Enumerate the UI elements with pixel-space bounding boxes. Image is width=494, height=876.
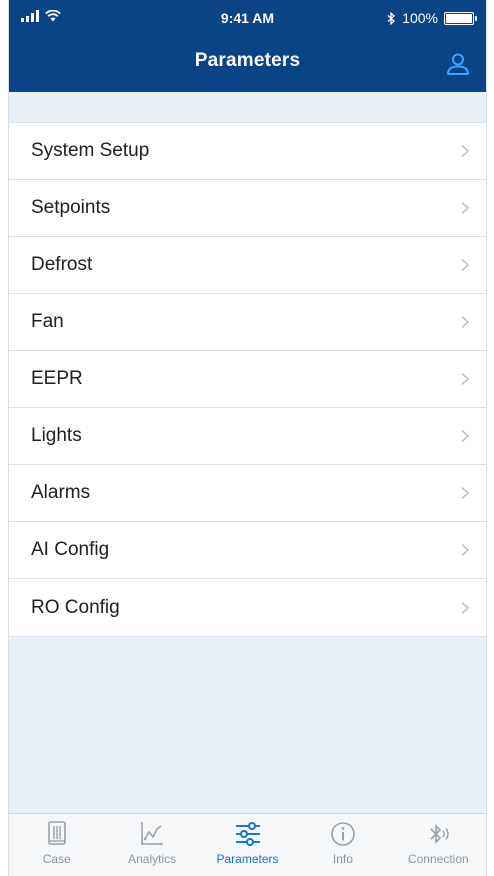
chevron-right-icon	[461, 601, 470, 614]
chevron-right-icon	[461, 258, 470, 272]
chevron-right-icon	[461, 543, 470, 557]
menu-item-fan[interactable]: Fan	[9, 294, 486, 351]
tab-parameters[interactable]: Parameters	[200, 814, 295, 876]
tab-label: Analytics	[128, 852, 177, 866]
menu-item-ro-config[interactable]: RO Config	[9, 579, 486, 636]
tab-analytics[interactable]: Analytics	[104, 814, 199, 876]
status-bar: 9:41 AM 100%	[9, 10, 486, 30]
user-button[interactable]	[442, 48, 474, 80]
bluetooth-status-icon	[387, 11, 396, 25]
tab-case[interactable]: Case	[9, 814, 104, 876]
battery-fill	[446, 13, 472, 23]
menu-item-label: System Setup	[31, 140, 150, 161]
nav-header: 9:41 AM 100% Parameters	[9, 0, 486, 92]
chevron-right-icon	[461, 144, 470, 158]
sliders-icon	[235, 822, 260, 846]
menu-item-label: RO Config	[31, 596, 120, 618]
bluetooth-icon	[430, 824, 450, 844]
chevron-right-icon	[461, 486, 470, 500]
analytics-icon	[141, 822, 164, 845]
tab-info[interactable]: Info	[295, 814, 390, 876]
menu-item-system-setup[interactable]: System Setup	[9, 123, 486, 180]
tab-bar: Case Analytics Parameters Info Connectio…	[9, 813, 486, 876]
tab-connection[interactable]: Connection	[391, 814, 486, 876]
chevron-right-icon	[461, 201, 470, 215]
chevron-right-icon	[461, 315, 470, 329]
chevron-right-icon	[461, 429, 470, 443]
status-right: 100%	[387, 10, 477, 26]
menu-item-label: Alarms	[31, 482, 91, 503]
battery-percent: 100%	[402, 10, 438, 26]
phone-screen: 9:41 AM 100% Parameters System Setup Set…	[8, 0, 487, 876]
chevron-right-icon	[461, 372, 470, 386]
menu-item-label: Fan	[31, 311, 64, 332]
user-icon	[447, 53, 469, 75]
menu-item-lights[interactable]: Lights	[9, 408, 486, 465]
case-icon	[47, 821, 66, 845]
battery-icon	[444, 11, 477, 25]
menu-item-label: EEPR	[31, 368, 83, 389]
menu-item-label: AI Config	[31, 539, 110, 560]
menu-item-alarms[interactable]: Alarms	[9, 465, 486, 522]
parameters-list: System Setup Setpoints Defrost Fan EEPR …	[9, 122, 486, 637]
page-title: Parameters	[194, 50, 301, 71]
menu-item-defrost[interactable]: Defrost	[9, 237, 486, 294]
tab-label: Info	[332, 852, 353, 866]
menu-item-label: Setpoints	[31, 197, 111, 218]
tab-label: Case	[42, 852, 71, 866]
menu-item-label: Defrost	[31, 254, 93, 275]
info-icon	[331, 822, 355, 846]
tab-label: Connection	[407, 852, 469, 866]
menu-item-label: Lights	[31, 425, 82, 446]
tab-label: Parameters	[216, 852, 279, 866]
menu-item-eepr[interactable]: EEPR	[9, 351, 486, 408]
menu-item-setpoints[interactable]: Setpoints	[9, 180, 486, 237]
menu-item-ai-config[interactable]: AI Config	[9, 522, 486, 579]
